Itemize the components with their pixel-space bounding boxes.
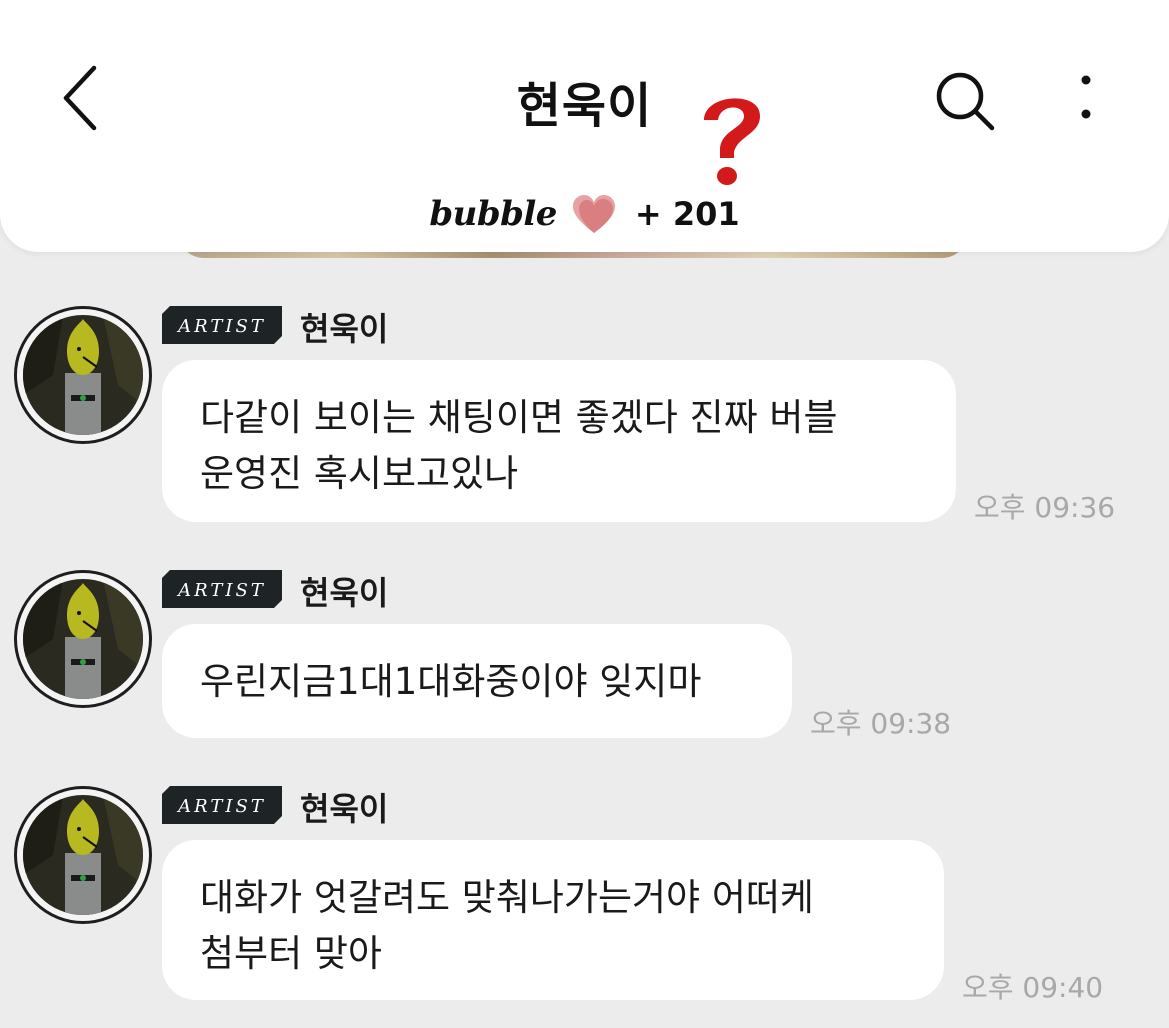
heart-icon [572, 195, 615, 233]
svg-text:ARTIST: ARTIST [176, 580, 266, 601]
question-mark-icon [704, 98, 760, 185]
avatar[interactable] [14, 786, 152, 924]
message-line: 대화가 엇갈려도 맞춰나가는거야 어떠케 [200, 876, 814, 919]
avatar-image [23, 315, 143, 435]
search-button[interactable] [930, 70, 1000, 132]
message-bubble[interactable]: 대화가 엇갈려도 맞춰나가는거야 어떠케 첨부터 맞아 [162, 840, 944, 1000]
message-bubble[interactable]: 우린지금1대1대화중이야 잊지마 [162, 624, 792, 738]
subscription-bar: bubble + 201 [0, 190, 1169, 238]
message-line: 우린지금1대1대화중이야 잊지마 [200, 660, 702, 703]
chat-header: 현욱이 bubble + 201 [0, 0, 1169, 252]
sender-name: 현욱이 [300, 574, 389, 612]
avatar-image [23, 579, 143, 699]
artist-badge: ARTIST [162, 786, 282, 824]
message-line: 첨부터 맞아 [200, 932, 382, 975]
more-options-button[interactable] [1066, 70, 1106, 126]
search-icon [936, 72, 995, 131]
avatar[interactable] [14, 570, 152, 708]
message-time: 오후 09:40 [962, 971, 1104, 1004]
message-bubble[interactable]: 다같이 보이는 채팅이면 좋겠다 진짜 버블 운영진 혹시보고있나 [162, 360, 956, 522]
sender-name: 현욱이 [300, 310, 389, 348]
message-time: 오후 09:38 [810, 707, 952, 740]
avatar-image [23, 795, 143, 915]
artist-badge: ARTIST [162, 570, 282, 608]
bubble-logo: bubble [429, 194, 557, 234]
more-vertical-icon [1081, 75, 1091, 119]
artist-badge: ARTIST [162, 306, 282, 344]
svg-text:ARTIST: ARTIST [176, 316, 266, 337]
message-time: 오후 09:36 [974, 491, 1116, 524]
svg-text:ARTIST: ARTIST [176, 796, 266, 817]
plus-count: + 201 [634, 195, 740, 233]
sender-name: 현욱이 [300, 790, 389, 828]
message-line: 다같이 보이는 채팅이면 좋겠다 진짜 버블 [200, 396, 838, 439]
message-line: 운영진 혹시보고있나 [200, 452, 519, 495]
avatar[interactable] [14, 306, 152, 444]
